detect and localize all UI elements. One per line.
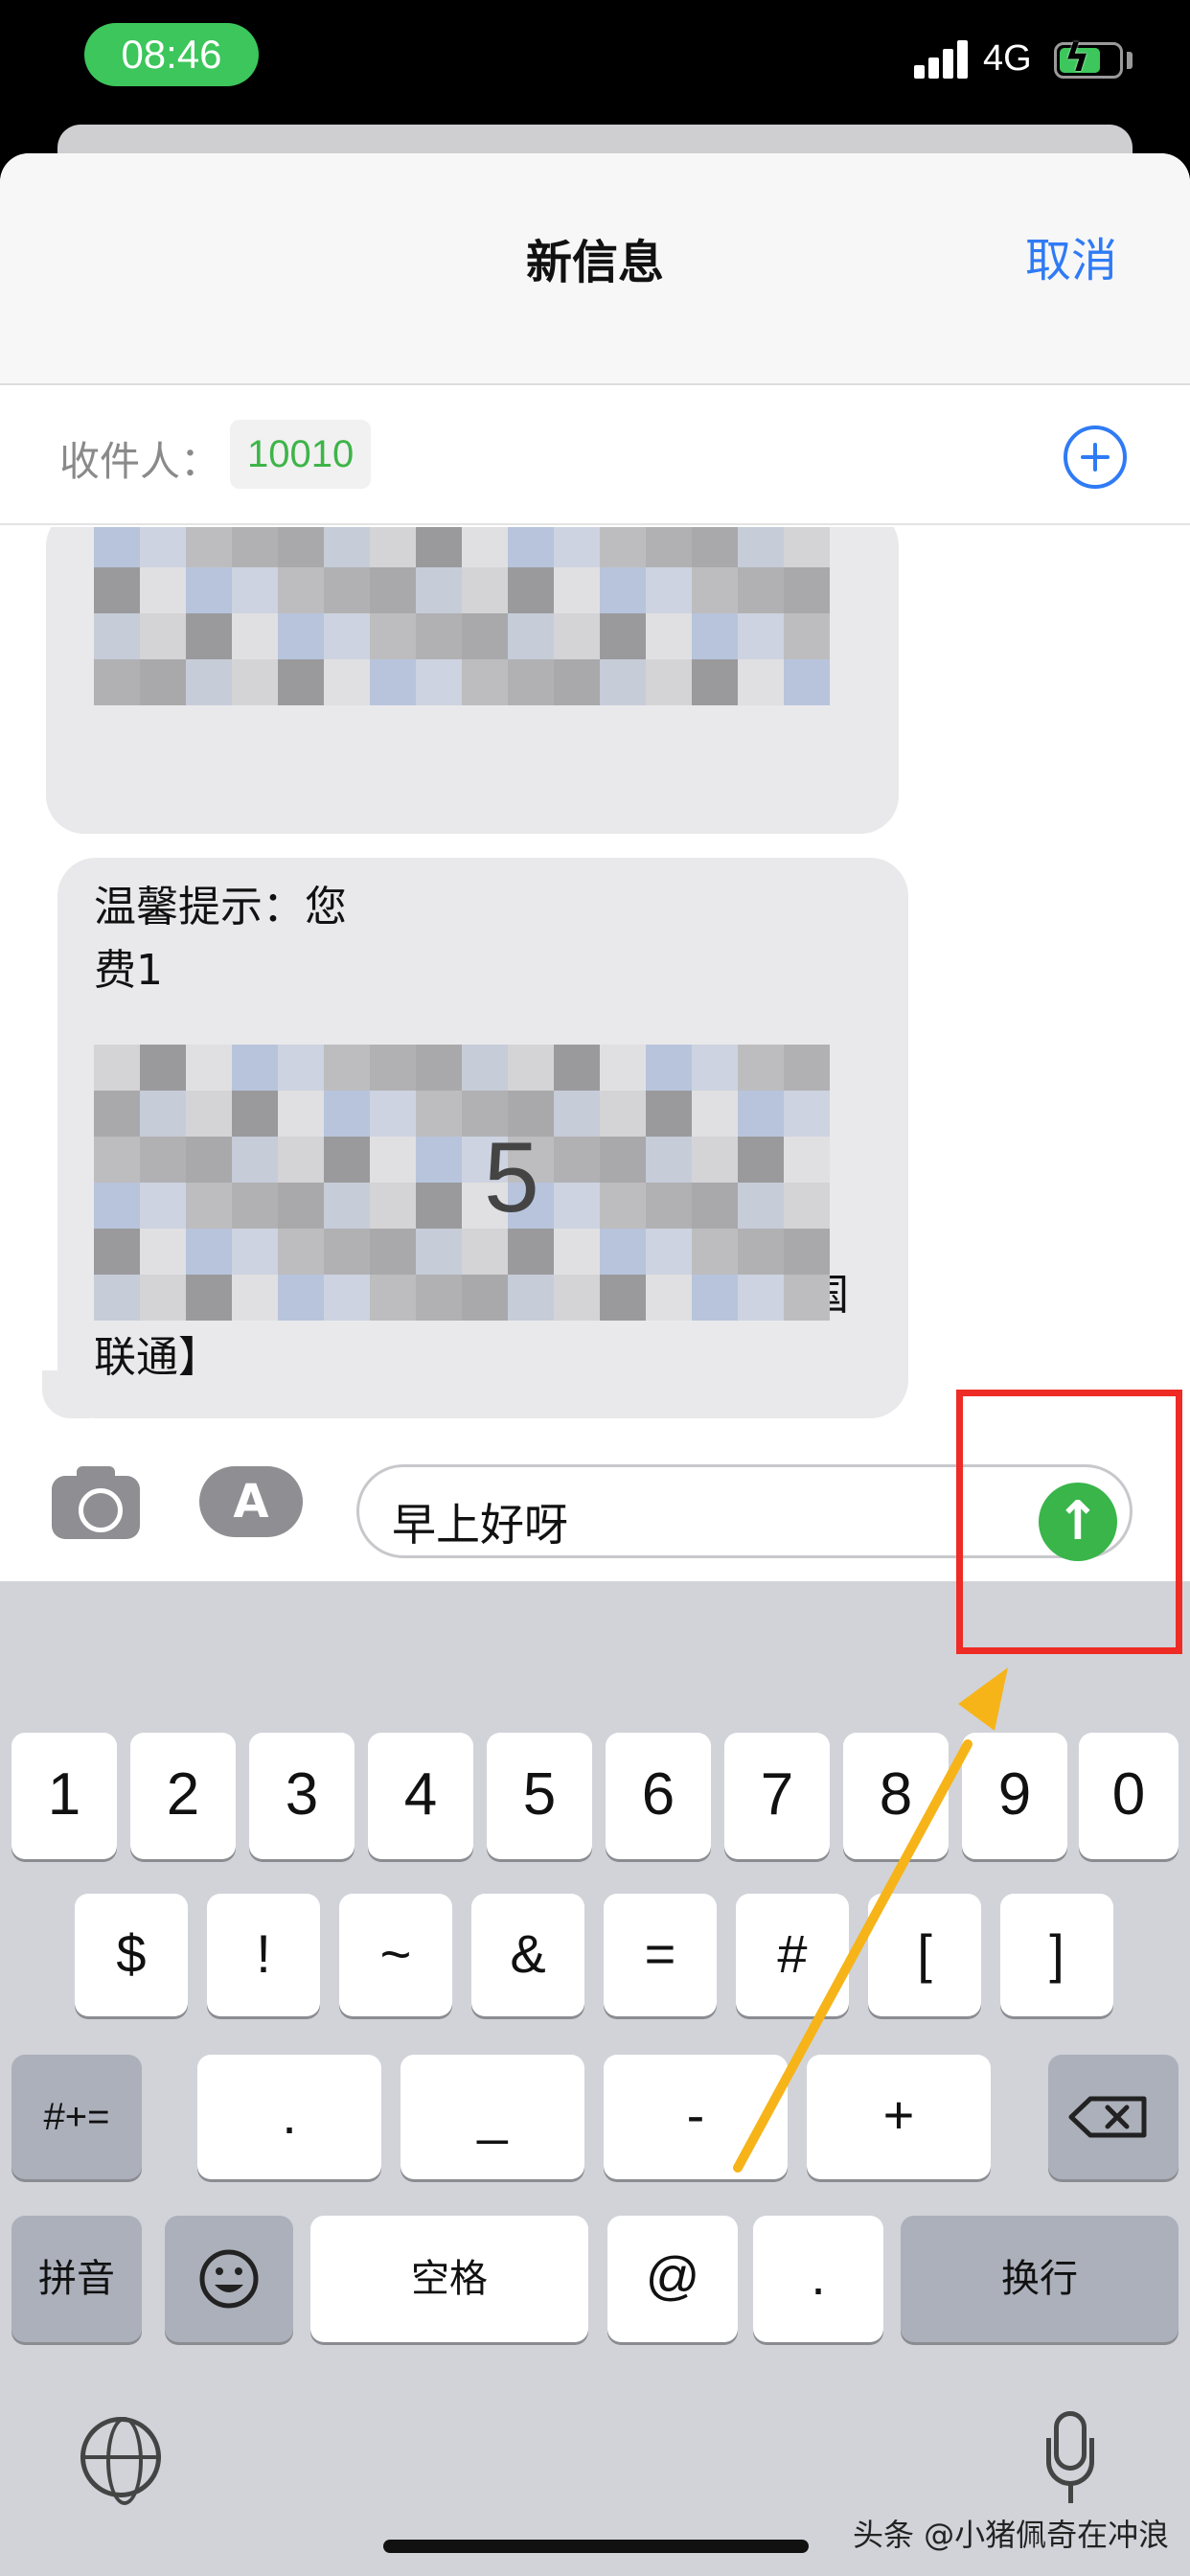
emoji-key[interactable] [165, 2216, 293, 2342]
key-equals[interactable]: = [604, 1894, 717, 2016]
key-pinyin[interactable]: 拼音 [11, 2216, 142, 2342]
key-left-bracket[interactable]: [ [868, 1894, 981, 2016]
message-input-value: 早上好呀 [392, 1499, 568, 1551]
key-underscore[interactable]: _ [400, 2055, 584, 2179]
key-9[interactable]: 9 [962, 1733, 1067, 1859]
key-hash[interactable]: # [736, 1894, 849, 2016]
key-4[interactable]: 4 [368, 1733, 473, 1859]
delete-key[interactable] [1048, 2055, 1179, 2179]
pixelated-text [94, 527, 830, 705]
message-text-line: 联通】 [94, 1333, 220, 1382]
signal-strength-icon [914, 38, 972, 79]
new-message-sheet: 新信息 取消 收件人： 10010 温馨提示：您 费1 使送 国 联通】 5 [0, 153, 1190, 1581]
message-text-line: 温馨提示：您 [94, 883, 347, 932]
watermark: 头条 @小猪佩奇在冲浪 [853, 2517, 1170, 2553]
battery-icon: ϟ [1054, 36, 1123, 80]
key-ampersand[interactable]: & [471, 1894, 584, 2016]
key-tilde[interactable]: ~ [339, 1894, 452, 2016]
add-recipient-button[interactable] [1064, 426, 1127, 489]
status-time: 08:46 [84, 23, 259, 86]
key-dollar[interactable]: $ [75, 1894, 188, 2016]
space-key[interactable]: 空格 [310, 2216, 588, 2342]
key-dot[interactable]: . [753, 2216, 883, 2342]
microphone-icon[interactable] [1046, 2411, 1094, 2507]
overlay-digit: 5 [484, 1122, 539, 1233]
key-7[interactable]: 7 [724, 1733, 830, 1859]
home-indicator[interactable] [383, 2540, 809, 2553]
key-8[interactable]: 8 [843, 1733, 949, 1859]
key-2[interactable]: 2 [130, 1733, 236, 1859]
key-at[interactable]: @ [607, 2216, 738, 2342]
key-1[interactable]: 1 [11, 1733, 117, 1859]
network-type: 4G [983, 38, 1032, 79]
charging-bolt-icon: ϟ [1064, 36, 1090, 80]
key-right-bracket[interactable]: ] [1000, 1894, 1113, 2016]
message-text-line: 费1 [94, 946, 163, 995]
key-5[interactable]: 5 [487, 1733, 592, 1859]
key-plus[interactable]: + [807, 2055, 991, 2179]
key-3[interactable]: 3 [249, 1733, 355, 1859]
backspace-icon [1068, 2096, 1147, 2138]
status-bar: 08:46 4G ϟ [0, 0, 1190, 125]
globe-icon[interactable] [80, 2417, 161, 2505]
page-title: 新信息 [525, 236, 664, 289]
key-period[interactable]: . [197, 2055, 381, 2179]
emoji-icon [199, 2249, 259, 2309]
highlight-box [956, 1390, 1182, 1654]
key-exclamation[interactable]: ! [207, 1894, 320, 2016]
pixelated-text [94, 1045, 830, 1321]
nav-bar: 新信息 取消 [0, 153, 1190, 385]
key-more-symbols[interactable]: #+= [11, 2055, 142, 2179]
recipient-label: 收件人： [59, 438, 221, 485]
recipient-row: 收件人： 10010 [0, 385, 1190, 525]
keyboard: 1 2 3 4 5 6 7 8 9 0 $ ! ~ & = # [ ] #+= … [0, 1581, 1190, 2576]
key-hyphen[interactable]: - [604, 2055, 788, 2179]
battery-tip [1127, 52, 1133, 69]
recipient-chip[interactable]: 10010 [230, 420, 372, 489]
key-6[interactable]: 6 [606, 1733, 711, 1859]
bubble-tail [42, 1370, 90, 1418]
return-key[interactable]: 换行 [901, 2216, 1179, 2342]
camera-icon[interactable] [52, 1466, 140, 1539]
app-store-icon[interactable]: A [199, 1466, 303, 1537]
cancel-button[interactable]: 取消 [1025, 222, 1117, 289]
key-0[interactable]: 0 [1079, 1733, 1179, 1859]
